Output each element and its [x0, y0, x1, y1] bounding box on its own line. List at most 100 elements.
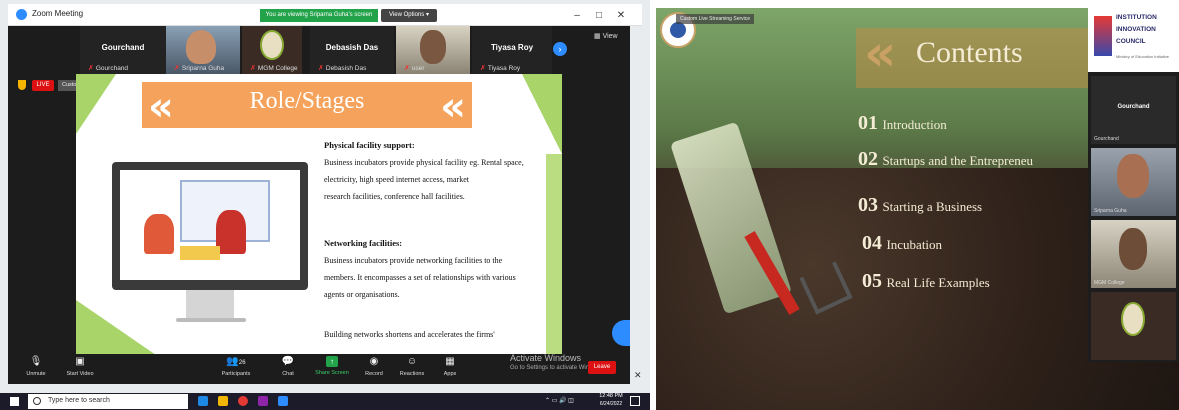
participant-tile[interactable]: [1091, 292, 1176, 360]
apps-button[interactable]: ▦ Apps: [428, 356, 472, 377]
toc-number: 03: [858, 194, 878, 216]
taskbar-search-input[interactable]: Type here to search: [28, 394, 188, 409]
muted-mic-icon: ✗: [174, 65, 180, 72]
participant-tile[interactable]: ✗ MGM College: [242, 26, 302, 74]
share-screen-button[interactable]: ↑ Share Screen: [310, 356, 354, 376]
iic-line: COUNCIL: [1116, 38, 1146, 45]
participant-count: 26: [238, 360, 246, 366]
share-screen-label: Share Screen: [315, 370, 349, 376]
app-icon[interactable]: [258, 396, 268, 406]
toc-text: Incubation: [886, 237, 943, 252]
view-options-label: View Options: [389, 12, 425, 18]
participant-tile[interactable]: Gourchand ✗ Gourchand: [80, 26, 166, 74]
iic-line: INNOVATION: [1116, 26, 1156, 33]
participant-name: Tiyasa Roy: [490, 43, 534, 52]
edge-icon[interactable]: [198, 396, 208, 406]
apps-icon: ▦: [445, 356, 455, 367]
shield-icon[interactable]: [18, 80, 26, 90]
footer-line: Building networks shortens and accelerat…: [324, 330, 495, 339]
participant-label: ✗ MGM College: [250, 64, 298, 72]
monitor-stand: [186, 290, 234, 318]
unmute-button[interactable]: 🎙 Unmute: [14, 356, 58, 377]
monitor-base: [176, 318, 246, 322]
body-line: agents or organisations.: [324, 290, 400, 299]
section-heading: Physical facility support:: [324, 140, 415, 150]
participant-label-text: user: [411, 65, 425, 72]
next-page-arrow-icon[interactable]: ›: [553, 42, 567, 56]
slide-decoration: [76, 300, 156, 355]
close-icon[interactable]: ✕: [634, 370, 642, 381]
view-button[interactable]: ▦ View: [594, 32, 618, 40]
monitor-screen: [120, 170, 300, 280]
muted-mic-icon: ✗: [250, 65, 256, 72]
chat-label: Chat: [282, 371, 294, 377]
participant-name: Gourchand: [1117, 104, 1150, 110]
stream-service-label: Custom Live Streaming Service: [676, 14, 755, 24]
zoom-logo-icon: [16, 9, 27, 20]
toc-number: 05: [862, 270, 882, 292]
contents-title: Contents: [916, 36, 1023, 69]
participant-label: ✗ user: [404, 64, 425, 72]
iic-subtitle: Ministry of Education Initiative: [1116, 54, 1169, 59]
section-body: Business incubators provide networking f…: [324, 252, 554, 303]
toc-text: Starting a Business: [882, 199, 983, 214]
laptop-illustration: [180, 246, 220, 260]
livestream-view: Custom Live Streaming Service « Contents…: [656, 8, 1179, 410]
participant-label-text: Sriparna Guha: [181, 65, 225, 72]
system-tray-icons[interactable]: ⌃ ▭ 🔊 ◫: [545, 397, 574, 404]
clock-date[interactable]: 6/24/2022: [596, 401, 626, 407]
participant-label: Gourchand: [1094, 136, 1119, 142]
section-body: Business incubators provide physical fac…: [324, 154, 562, 205]
participant-tile[interactable]: ✗ Sriparna Guha: [166, 26, 240, 74]
muted-mic-icon: ✗: [480, 65, 486, 72]
slide-title: Role/Stages: [249, 88, 365, 114]
participant-label-text: Tiyasa Roy: [487, 65, 521, 72]
clock-time[interactable]: 12:48 PM: [596, 393, 626, 399]
chrome-icon[interactable]: [238, 396, 248, 406]
participant-tile[interactable]: Debasish Das ✗ Debasish Das: [310, 26, 394, 74]
viewing-banner: You are viewing Sriparna Guha's screen: [260, 9, 378, 22]
participant-tile[interactable]: Gourchand Gourchand: [1091, 76, 1176, 144]
iic-logo: INSTITUTION INNOVATION COUNCIL Ministry …: [1088, 8, 1179, 72]
muted-mic-icon: ✗: [318, 65, 324, 72]
participant-tile[interactable]: Sriparna Guha: [1091, 148, 1176, 216]
toc-text: Introduction: [882, 117, 947, 132]
person-illustration: [144, 214, 174, 254]
toc-number: 01: [858, 112, 878, 134]
participant-tile[interactable]: ✗ user: [396, 26, 470, 74]
zoom-window: Zoom Meeting You are viewing Sriparna Gu…: [0, 0, 650, 410]
participant-label-text: Gourchand: [95, 65, 129, 72]
window-edge: [630, 26, 642, 384]
participant-name: Gourchand: [101, 43, 145, 52]
zoom-taskbar-icon[interactable]: [278, 396, 288, 406]
maximize-icon[interactable]: □: [592, 10, 606, 21]
share-screen-icon: ↑: [326, 356, 338, 367]
leave-button[interactable]: Leave: [588, 361, 616, 374]
close-icon[interactable]: ✕: [614, 10, 628, 21]
participant-label: ✗ Debasish Das: [318, 64, 366, 72]
chevron-left-icon: «: [864, 24, 897, 82]
iic-logo-mark-icon: [1094, 16, 1112, 56]
participant-tile[interactable]: MGM College: [1091, 220, 1176, 288]
reactions-label: Reactions: [399, 371, 425, 377]
chat-button[interactable]: 💬 Chat: [266, 356, 310, 377]
mic-icon[interactable]: 🎙: [178, 397, 187, 405]
participants-label: Participants: [221, 371, 251, 377]
start-video-label: Start Video: [66, 371, 94, 377]
participant-tile[interactable]: Tiyasa Roy ✗ Tiyasa Roy: [472, 26, 552, 74]
body-line: Business incubators provide networking f…: [324, 256, 503, 265]
participant-name: Debasish Das: [325, 43, 379, 52]
start-video-button[interactable]: ▣ Start Video: [58, 356, 102, 377]
participants-button[interactable]: 👥26 Participants: [214, 356, 258, 377]
view-options-button[interactable]: View Options ▾: [381, 9, 437, 22]
minimize-icon[interactable]: –: [570, 10, 584, 21]
notifications-icon[interactable]: [630, 396, 640, 406]
mic-icon: 🎙: [29, 356, 43, 367]
search-icon: [33, 397, 41, 405]
windows-start-icon[interactable]: [10, 397, 19, 406]
file-explorer-icon[interactable]: [218, 396, 228, 406]
title-bar: Zoom Meeting You are viewing Sriparna Gu…: [8, 4, 642, 26]
slide-decoration: [522, 74, 562, 154]
participant-video-face: [186, 30, 216, 64]
live-badge[interactable]: LIVE: [32, 80, 54, 91]
